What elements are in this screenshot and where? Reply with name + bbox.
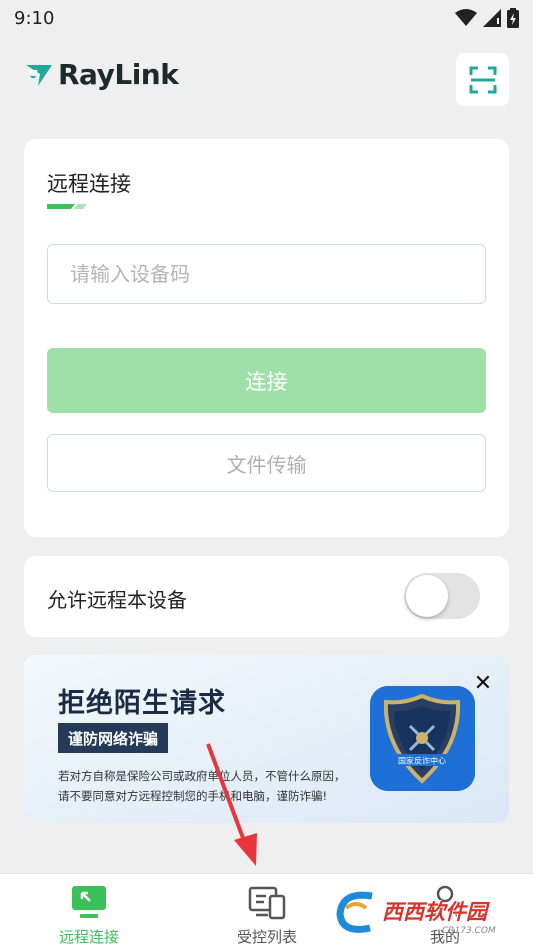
nav-item-remote-connect[interactable]: 远程连接 [24, 874, 154, 948]
police-shield-icon: 国家反诈中心 [370, 686, 475, 791]
nav-label: 远程连接 [58, 928, 119, 946]
status-bar: 9:10 [0, 0, 533, 36]
scan-frame-icon [469, 66, 496, 93]
nav-label: 受控列表 [236, 928, 297, 946]
file-transfer-button[interactable]: 文件传输 [47, 434, 486, 492]
title-underline [47, 204, 87, 209]
raylink-logo-icon [26, 64, 52, 86]
allow-remote-card: 允许远程本设备 [24, 556, 509, 637]
brand-logo: RayLink [24, 58, 179, 91]
badge-text: 国家反诈中心 [398, 756, 446, 766]
connect-button[interactable]: 连接 [47, 348, 486, 413]
toggle-knob [406, 575, 448, 617]
watermark-domain: CR173.COM [442, 926, 496, 936]
device-list-icon [248, 886, 286, 920]
banner-description: 若对方自称是保险公司或政府单位人员，不管什么原因， 请不要同意对方远程控制您的手… [58, 766, 368, 806]
remote-connect-card: 远程连接 连接 文件传输 [24, 139, 509, 537]
watermark-text: 西西软件园 [382, 900, 487, 924]
status-time: 9:10 [14, 7, 55, 29]
banner-desc-line: 请不要同意对方远程控制您的手机和电脑，谨防诈骗! [58, 789, 328, 803]
nav-item-device-list[interactable]: 受控列表 [202, 874, 332, 948]
banner-title: 拒绝陌生请求 [58, 688, 226, 719]
wifi-icon [455, 9, 477, 26]
scan-button[interactable] [456, 53, 509, 106]
close-icon[interactable]: ✕ [472, 673, 494, 695]
banner-tag: 谨防网络诈骗 [58, 723, 169, 753]
remote-connect-icon [72, 886, 106, 918]
battery-icon [507, 8, 519, 28]
banner-desc-line: 若对方自称是保险公司或政府单位人员，不管什么原因， [58, 769, 346, 783]
site-watermark: 西西软件园 CR173.COM [332, 881, 527, 941]
anti-fraud-banner[interactable]: 拒绝陌生请求 谨防网络诈骗 若对方自称是保险公司或政府单位人员，不管什么原因， … [24, 655, 509, 823]
device-code-input[interactable] [47, 244, 486, 304]
watermark-logo-icon [336, 891, 373, 933]
app-header: RayLink [0, 50, 533, 108]
anti-fraud-badge: 国家反诈中心 [370, 686, 475, 791]
status-icons [455, 8, 519, 28]
allow-remote-label: 允许远程本设备 [47, 588, 187, 612]
card-title: 远程连接 [47, 172, 131, 196]
brand-name: RayLink [58, 58, 179, 91]
signal-icon [483, 9, 501, 27]
allow-remote-toggle[interactable] [404, 573, 480, 619]
